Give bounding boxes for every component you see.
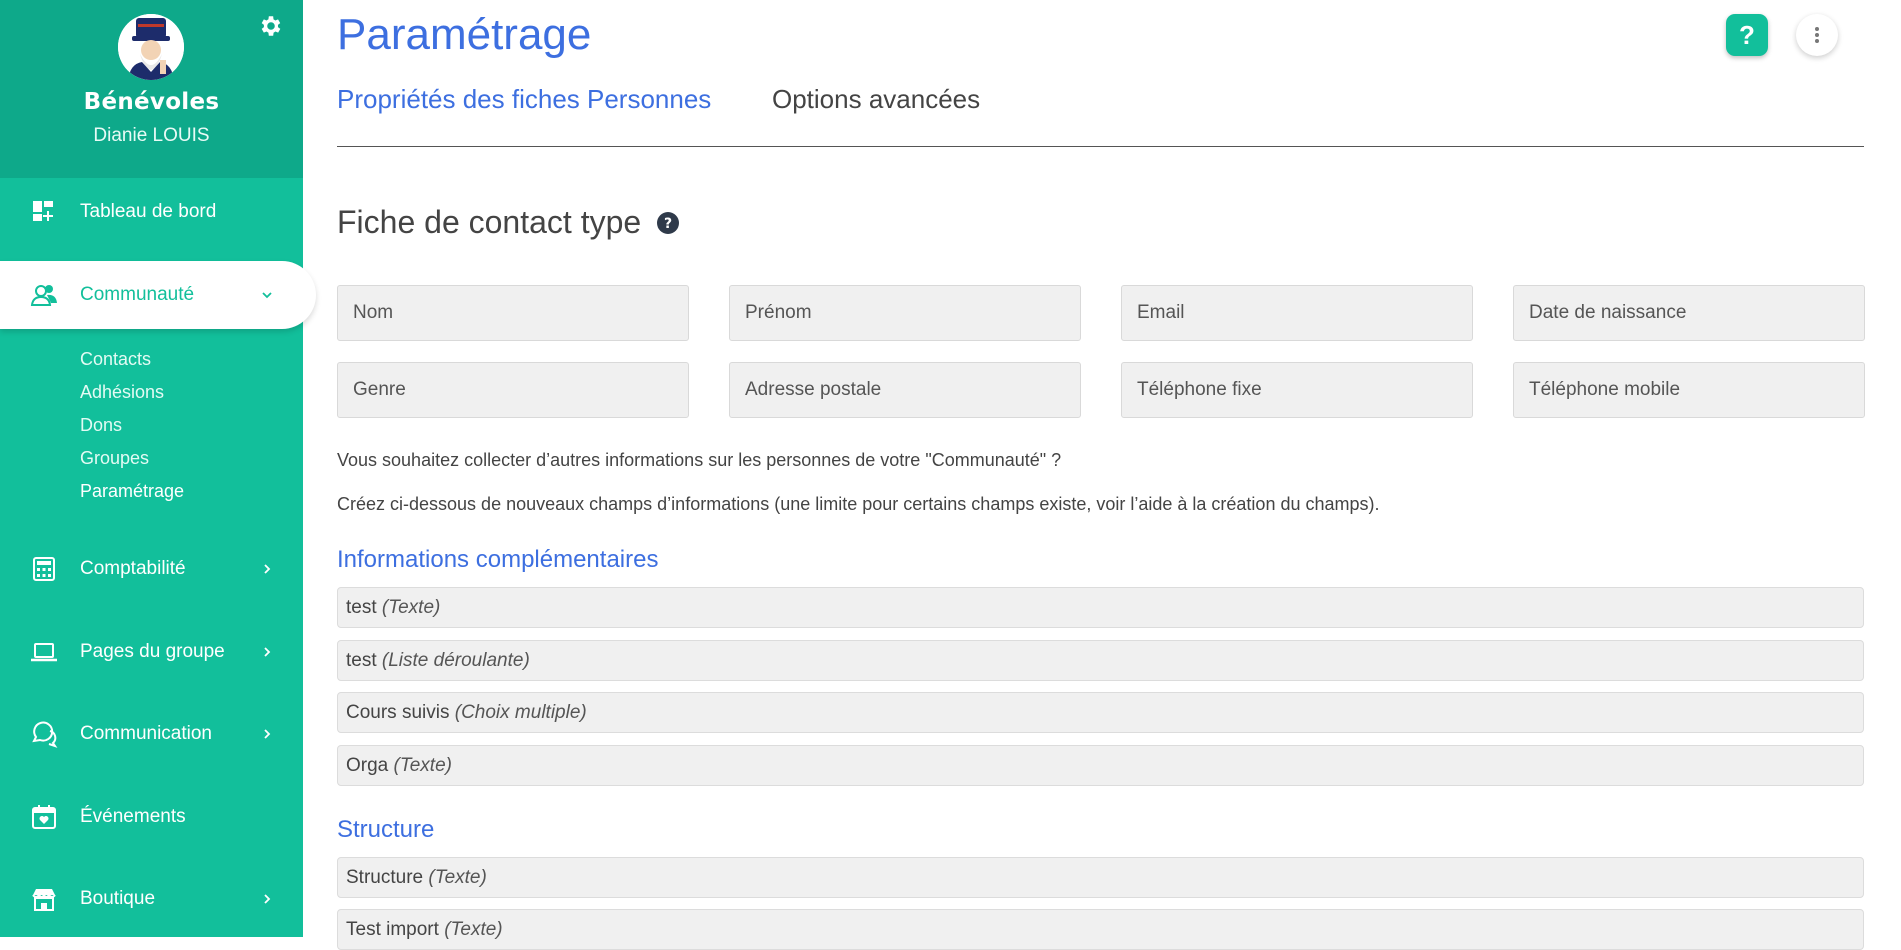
help-button[interactable]: ?	[1726, 14, 1768, 56]
sidebar: Bénévoles Dianie LOUIS Tableau de bord C…	[0, 0, 316, 937]
chevron-right-icon	[264, 564, 271, 574]
chat-bubbles-icon	[32, 721, 58, 748]
custom-field-type: (Liste déroulante)	[381, 650, 530, 671]
nav-dashboard[interactable]: Tableau de bord	[0, 180, 303, 244]
field-gender: Genre	[337, 362, 689, 418]
nav-events[interactable]: Événements	[0, 785, 303, 849]
custom-field-name: Structure	[346, 867, 429, 888]
field-mobile: Téléphone mobile	[1513, 362, 1865, 418]
field-postal-address: Adresse postale	[729, 362, 1081, 418]
custom-field-row[interactable]: Structure (Texte)	[337, 857, 1864, 898]
nav-label-dashboard: Tableau de bord	[80, 201, 217, 222]
calculator-icon	[33, 557, 55, 581]
field-birth-date: Date de naissance	[1513, 285, 1865, 341]
intro-line-1: Vous souhaitez collecter d’autres inform…	[337, 450, 1062, 470]
settings-gear-icon[interactable]	[258, 13, 284, 39]
chevron-down-icon	[262, 292, 272, 299]
subnav-settings[interactable]: Paramétrage	[80, 475, 184, 508]
tab-advanced-options[interactable]: Options avancées	[772, 84, 980, 115]
custom-field-type: (Texte)	[428, 867, 487, 888]
nav-label-events: Événements	[80, 806, 186, 827]
custom-field-name: Orga	[346, 755, 394, 776]
laptop-icon	[31, 643, 57, 662]
nav-label-community: Communauté	[80, 284, 195, 305]
subnav-contacts[interactable]: Contacts	[80, 343, 184, 376]
nav-label-communication: Communication	[80, 723, 212, 744]
field-landline: Téléphone fixe	[1121, 362, 1473, 418]
more-options-button[interactable]	[1796, 14, 1838, 56]
custom-field-row[interactable]: Test import (Texte)	[337, 909, 1864, 950]
custom-field-name: Cours suivis	[346, 702, 455, 723]
svg-text:?: ?	[664, 216, 672, 232]
nav-communication[interactable]: Communication	[0, 702, 303, 766]
main-content: Paramétrage ? Propriétés des fiches Pers…	[303, 0, 1901, 950]
calendar-icon	[32, 805, 56, 829]
tab-person-properties[interactable]: Propriétés des fiches Personnes	[337, 84, 711, 115]
chevron-right-icon	[264, 647, 271, 657]
community-icon	[30, 285, 57, 306]
tabs: Propriétés des fiches Personnes Options …	[337, 84, 1864, 147]
custom-field-name: test	[346, 597, 382, 618]
custom-field-row[interactable]: test (Texte)	[337, 587, 1864, 628]
shop-icon	[32, 889, 56, 911]
custom-field-row[interactable]: Cours suivis (Choix multiple)	[337, 692, 1864, 733]
nav-label-group-pages: Pages du groupe	[80, 641, 225, 662]
custom-field-name: test	[346, 650, 382, 671]
group-title-structure: Structure	[337, 816, 435, 843]
nav-label-shop: Boutique	[80, 888, 156, 909]
contact-card-title: Fiche de contact type ?	[337, 204, 680, 241]
subnav-donations[interactable]: Dons	[80, 409, 184, 442]
kebab-menu-icon	[1815, 27, 1819, 43]
nav-group-pages[interactable]: Pages du groupe	[0, 620, 303, 684]
nav-accounting[interactable]: Comptabilité	[0, 537, 303, 601]
subnav-groups[interactable]: Groupes	[80, 442, 184, 475]
custom-field-type: (Choix multiple)	[454, 702, 587, 723]
nav-shop[interactable]: Boutique	[0, 867, 303, 931]
nav-community[interactable]: Communauté	[0, 261, 316, 329]
profile-header: Bénévoles Dianie LOUIS	[0, 0, 303, 178]
profile-user: Dianie LOUIS	[93, 125, 210, 146]
chevron-right-icon	[264, 729, 271, 739]
question-circle-icon[interactable]: ?	[657, 211, 680, 234]
chevron-right-icon	[264, 894, 271, 904]
custom-field-row[interactable]: test (Liste déroulante)	[337, 640, 1864, 681]
page-title: Paramétrage	[337, 10, 592, 59]
dashboard-icon	[33, 201, 53, 221]
community-subnav: Contacts Adhésions Dons Groupes Paramétr…	[80, 343, 184, 508]
field-email: Email	[1121, 285, 1473, 341]
avatar[interactable]	[118, 14, 184, 80]
nav-label-accounting: Comptabilité	[80, 558, 186, 579]
subnav-memberships[interactable]: Adhésions	[80, 376, 184, 409]
field-first-name: Prénom	[729, 285, 1081, 341]
profile-name: Bénévoles	[83, 89, 220, 115]
custom-field-row[interactable]: Orga (Texte)	[337, 745, 1864, 786]
contact-card-title-text: Fiche de contact type	[337, 204, 642, 240]
field-last-name: Nom	[337, 285, 689, 341]
custom-field-type: (Texte)	[381, 597, 441, 618]
group-title-additional-info: Informations complémentaires	[337, 546, 659, 573]
intro-line-2: Créez ci-dessous de nouveaux champs d’in…	[337, 494, 1380, 514]
custom-field-type: (Texte)	[393, 755, 452, 776]
